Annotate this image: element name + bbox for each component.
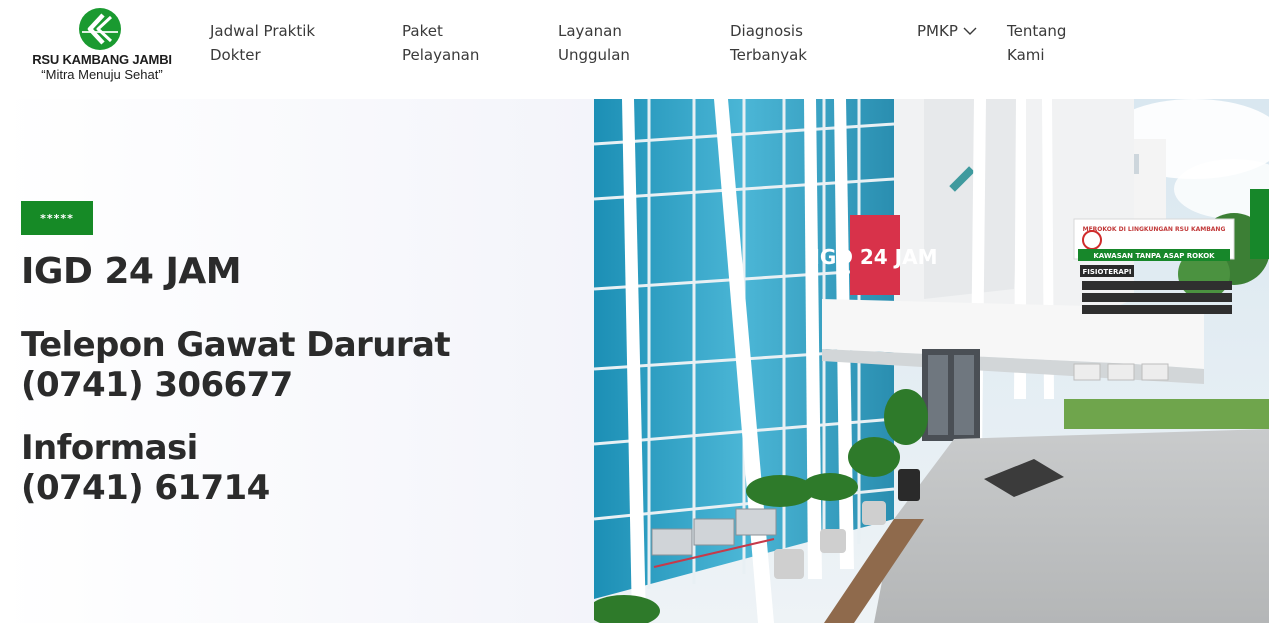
info-label: Informasi bbox=[21, 428, 198, 468]
kambang-logo-icon bbox=[79, 8, 121, 50]
nav-paket-pelayanan[interactable]: Paket Pelayanan bbox=[402, 19, 479, 67]
info-phone: (0741) 61714 bbox=[21, 468, 270, 508]
nav-label: Kami bbox=[1007, 46, 1045, 64]
nav-label: Paket bbox=[402, 22, 443, 40]
nav-jadwal-praktik-dokter[interactable]: Jadwal Praktik Dokter bbox=[210, 19, 315, 67]
hospital-building-photo: IGD 24 JAM MEROKOK DI LINGKUNGAN RSU KAM… bbox=[594, 99, 1269, 623]
brand-name: RSU KAMBANG JAMBI bbox=[32, 52, 172, 67]
info-phone-block: Informasi (0741) 61714 bbox=[21, 428, 270, 508]
brand-tagline: “Mitra Menuju Sehat” bbox=[41, 67, 163, 82]
emergency-label: Telepon Gawat Darurat bbox=[21, 325, 451, 365]
emergency-phone-block: Telepon Gawat Darurat (0741) 306677 bbox=[21, 325, 451, 405]
nav-label: PMKP bbox=[917, 22, 958, 40]
igd-sign-text: IGD 24 JAM bbox=[812, 245, 937, 269]
nav-label: Pelayanan bbox=[402, 46, 480, 64]
nav-label: Dokter bbox=[210, 46, 261, 64]
nav-label: Tentang bbox=[1007, 22, 1067, 40]
nav-pmkp-dropdown[interactable]: PMKP bbox=[917, 19, 978, 43]
home-logo-link[interactable]: RSU KAMBANG JAMBI “Mitra Menuju Sehat” bbox=[22, 6, 182, 88]
site-header: RSU KAMBANG JAMBI “Mitra Menuju Sehat” J… bbox=[0, 0, 1269, 99]
nav-label: Jadwal Praktik bbox=[210, 22, 316, 40]
nav-label: Diagnosis bbox=[730, 22, 803, 40]
no-smoking-sign-text: KAWASAN TANPA ASAP ROKOK bbox=[1093, 252, 1215, 260]
hospital-building-illustration: IGD 24 JAM MEROKOK DI LINGKUNGAN RSU KAM… bbox=[594, 99, 1269, 623]
nav-label: Unggulan bbox=[558, 46, 630, 64]
nav-tentang-kami[interactable]: Tentang Kami bbox=[1007, 19, 1066, 67]
nav-label: Terbanyak bbox=[730, 46, 807, 64]
hero-info-panel: ***** IGD 24 JAM Telepon Gawat Darurat (… bbox=[0, 99, 594, 623]
hero-title: IGD 24 JAM bbox=[21, 251, 242, 292]
emergency-phone: (0741) 306677 bbox=[21, 365, 293, 405]
nav-label: Layanan bbox=[558, 22, 622, 40]
nav-diagnosis-terbanyak[interactable]: Diagnosis Terbanyak bbox=[730, 19, 807, 67]
hero-badge: ***** bbox=[21, 201, 93, 235]
chevron-down-icon bbox=[963, 27, 977, 35]
nav-layanan-unggulan[interactable]: Layanan Unggulan bbox=[558, 19, 630, 67]
fisioterapi-sign-text: FISIOTERAPI bbox=[1082, 268, 1131, 276]
notice-sign-text: MEROKOK DI LINGKUNGAN RSU KAMBANG bbox=[1083, 226, 1226, 233]
